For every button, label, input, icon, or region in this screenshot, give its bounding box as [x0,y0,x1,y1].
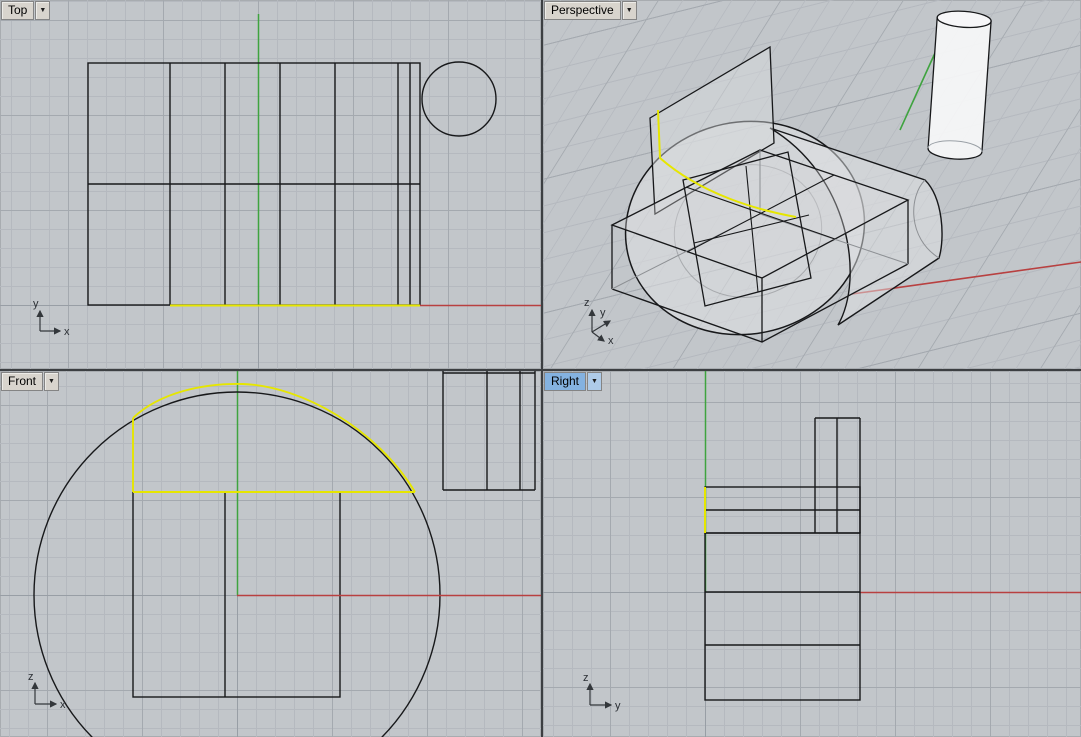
gizmo-z-label: z [584,297,590,309]
perspective-viewport-canvas[interactable]: z y x [543,0,1081,369]
viewport-title-chip-right: Right ▼ [544,372,603,391]
viewport-title-chip-top: Top ▼ [1,1,51,20]
right-viewport-canvas[interactable]: z y [543,371,1081,737]
gizmo-x-label: x [608,335,614,347]
viewport-title-chip-front: Front ▼ [1,372,60,391]
viewport-menu-arrow-icon[interactable]: ▼ [44,372,60,391]
gizmo-y-label: y [615,700,621,712]
viewport-label-right[interactable]: Right [544,372,587,391]
viewport-title-chip-perspective: Perspective ▼ [544,1,637,20]
grid [543,371,1081,737]
gizmo-x-label: x [60,699,66,711]
viewport-label-front[interactable]: Front [1,372,44,391]
viewport-perspective: z y x Perspective ▼ [543,0,1081,369]
viewport-label-top[interactable]: Top [1,1,35,20]
rhino-four-view-workspace: y x Top ▼ z y x Perspective ▼ z x Front … [0,0,1081,737]
gizmo-z-label: z [583,672,589,684]
gizmo-x-label: x [64,326,70,338]
gizmo-y-label: y [600,307,606,319]
viewport-menu-arrow-icon[interactable]: ▼ [621,1,637,20]
gizmo-z-label: z [28,671,34,683]
viewport-front: z x Front ▼ [0,371,541,737]
gizmo-y-label: y [33,298,39,310]
viewport-right: z y Right ▼ [543,371,1081,737]
viewport-top: y x Top ▼ [0,0,541,369]
viewport-menu-arrow-icon[interactable]: ▼ [35,1,51,20]
viewport-menu-arrow-icon[interactable]: ▼ [587,372,603,391]
top-viewport-canvas[interactable]: y x [0,0,541,369]
viewport-label-perspective[interactable]: Perspective [544,1,621,20]
small-cylinder [927,10,992,160]
grid [0,371,541,737]
front-viewport-canvas[interactable]: z x [0,371,541,737]
